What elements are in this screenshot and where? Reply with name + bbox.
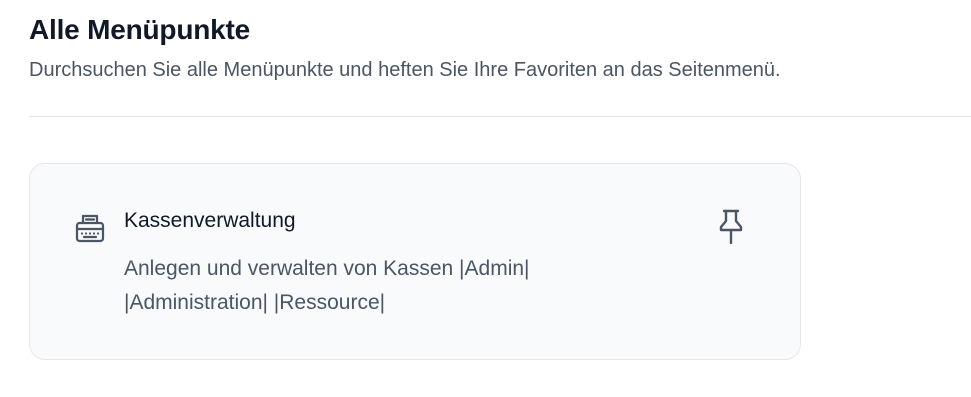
menu-item-title[interactable]: Kassenverwaltung <box>124 207 296 235</box>
header-divider <box>29 116 971 117</box>
page-header: Alle Menüpunkte Durchsuchen Sie alle Men… <box>29 12 959 83</box>
page: Alle Menüpunkte Durchsuchen Sie alle Men… <box>0 0 971 397</box>
page-subtitle: Durchsuchen Sie alle Menüpunkte und heft… <box>29 59 781 81</box>
menu-item-card[interactable]: Kassenverwaltung Anlegen und verwalten v… <box>29 163 801 360</box>
menu-item-description: Anlegen und verwalten von Kassen |Admin|… <box>124 257 530 314</box>
cash-register-icon <box>74 212 106 244</box>
page-title: Alle Menüpunkte <box>29 14 251 45</box>
pin-icon[interactable] <box>714 208 748 246</box>
